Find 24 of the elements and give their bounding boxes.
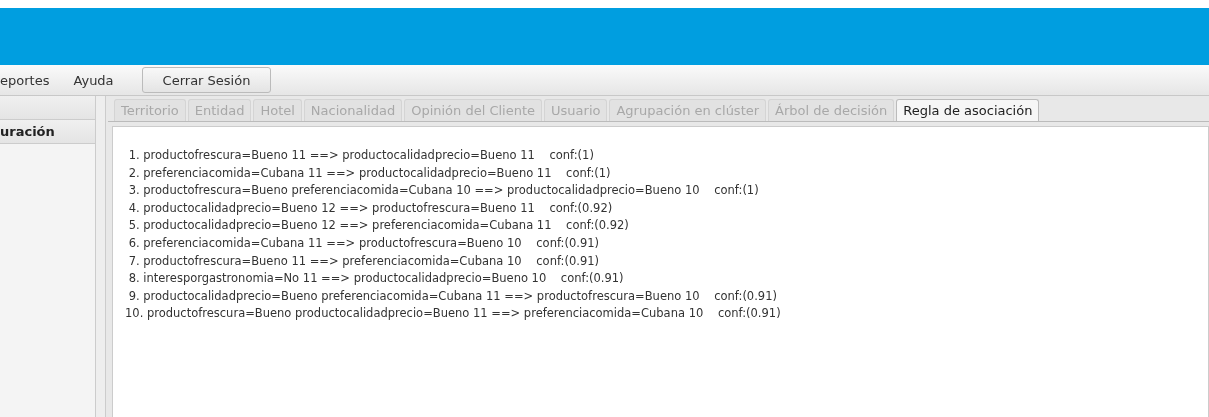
rule-line: 1. productofrescura=Bueno 11 ==> productocalidadprecio=Bueno 11 conf:(1) [127,147,595,164]
tab[interactable]: Territorio [114,99,186,121]
tab[interactable]: Agrupación en clúster [609,99,767,121]
rule-line: 4. productocalidadprecio=Bueno 12 ==> productofrescura=Bueno 11 conf:(0.92) [127,199,614,217]
rule-line: 8. interesporgastronomia=No 11 ==> productocalidadprecio=Bueno 10 conf:(0.91) [127,270,625,288]
tab[interactable]: Usuario [544,99,608,121]
rule-line: 2. preferenciacomida=Cubana 11 ==> productocalidadprecio=Bueno 11 conf:(1) [127,164,612,182]
rule-line: 3. productofrescura=Bueno preferenciacomida=Cubana 10 ==> productocalidadprecio=Bueno 10 conf:(1) [127,182,760,200]
menu-item[interactable]: eportes [0,72,62,88]
rule-line: 5. productocalidadprecio=Bueno 12 ==> preferenciacomida=Cubana 11 conf:(0.92) [127,217,630,235]
splitter[interactable] [96,96,106,417]
sidebar-item[interactable]: uración [0,120,95,144]
rule-line: 9. productocalidadprecio=Bueno preferenciacomida=Cubana 11 ==> productofrescura=Bueno 10 conf:(0.91) [127,287,778,305]
tab[interactable]: Regla de asociación [896,99,1040,121]
tab[interactable]: Opinión del Cliente [404,99,543,121]
tab[interactable]: Hotel [253,99,302,121]
menu-item[interactable]: Ayuda [61,72,126,88]
rule-line: 6. preferenciacomida=Cubana 11 ==> productofrescura=Bueno 10 conf:(0.91) [127,234,600,252]
tab[interactable]: Árbol de decisión [768,99,895,121]
tab[interactable]: Entidad [187,99,252,121]
tab[interactable]: Nacionalidad [303,99,403,121]
logout-button[interactable]: Cerrar Sesión [141,67,272,93]
rule-line: 7. productofrescura=Bueno 11 ==> preferenciacomida=Cubana 10 conf:(0.91) [127,252,600,270]
rule-line: 10. productofrescura=Bueno productocalidadprecio=Bueno 11 ==> preferenciacomida=Cubana 10 conf:(0.91) [125,305,782,323]
